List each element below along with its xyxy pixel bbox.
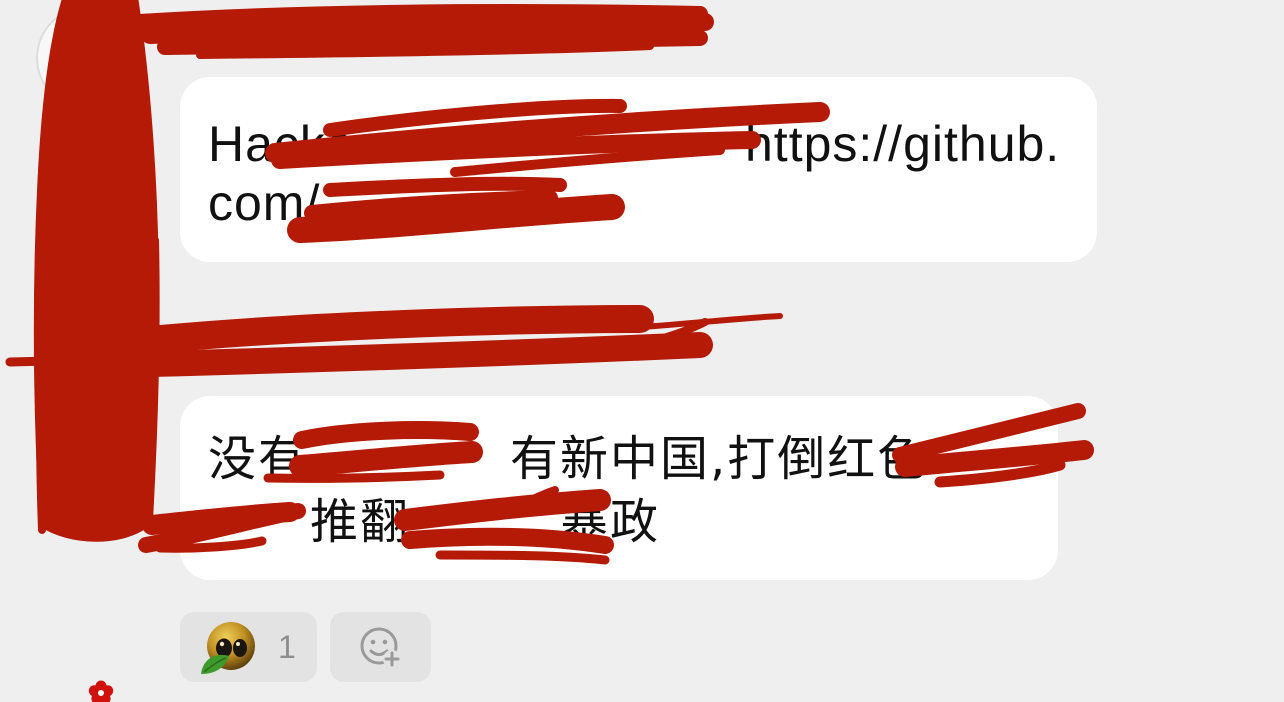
message-text: Hacke: [208, 116, 355, 172]
red-flower-icon: [88, 680, 114, 702]
add-reaction-button[interactable]: [330, 612, 431, 682]
redaction-scribble: [132, 4, 714, 59]
redaction-scribble: [5, 305, 783, 377]
message-link-continuation[interactable]: com/: [208, 178, 320, 228]
message-text: 暴政: [560, 494, 661, 550]
reaction-chip[interactable]: 1: [180, 612, 317, 682]
add-reaction-icon: [360, 627, 401, 668]
message-link[interactable]: https://github.: [745, 119, 1060, 169]
emoji-face-icon: [201, 622, 255, 674]
reaction-count: 1: [278, 629, 296, 665]
avatar[interactable]: [36, 6, 140, 110]
message-text: 推翻: [310, 494, 411, 550]
message-bubble[interactable]: 没有 有新中国,打倒红色 推翻 暴政: [180, 396, 1058, 580]
message-text: 没有: [208, 431, 309, 487]
message-text: 有新中国,打倒红色: [510, 431, 928, 487]
message-bubble[interactable]: Hacke https://github. com/: [180, 77, 1097, 262]
